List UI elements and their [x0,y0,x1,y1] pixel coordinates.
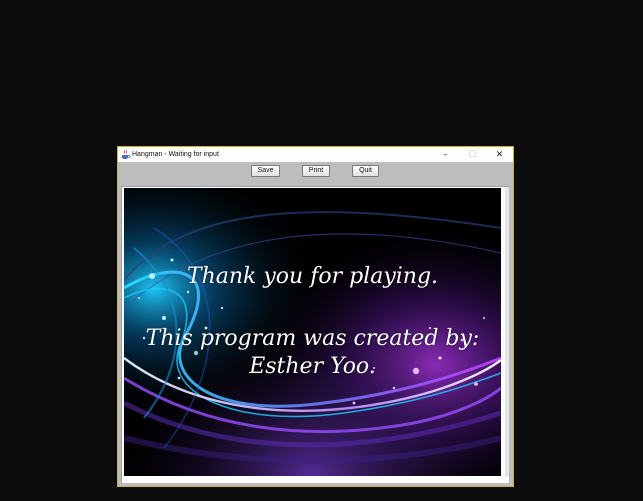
desktop: Hangman - Waiting for input – ☐ ✕ Save P… [0,0,643,501]
credit-message-line-1: This program was created by: [145,326,480,351]
panel-right-edge [505,187,509,477]
quit-button[interactable]: Quit [352,165,379,177]
close-button[interactable]: ✕ [486,147,513,162]
canvas-panel: Thank you for playing. This program was … [121,186,509,483]
maximize-button[interactable]: ☐ [459,147,486,162]
thank-you-message: Thank you for playing. [186,264,439,289]
minimize-icon: – [443,149,448,160]
save-button[interactable]: Save [251,165,280,177]
toolbar: Save Print Quit [118,162,513,184]
minimize-button[interactable]: – [432,147,459,162]
end-screen-canvas: Thank you for playing. This program was … [124,188,501,476]
content-area: Thank you for playing. This program was … [118,184,513,486]
credit-message-line-2: Esther Yoo. [249,354,376,379]
maximize-icon: ☐ [468,149,477,160]
app-window: Hangman - Waiting for input – ☐ ✕ Save P… [117,146,514,487]
print-button[interactable]: Print [302,165,330,177]
window-title: Hangman - Waiting for input [132,151,219,158]
close-icon: ✕ [495,149,504,160]
java-coffee-cup-icon [122,149,131,159]
title-bar[interactable]: Hangman - Waiting for input – ☐ ✕ [118,147,513,162]
